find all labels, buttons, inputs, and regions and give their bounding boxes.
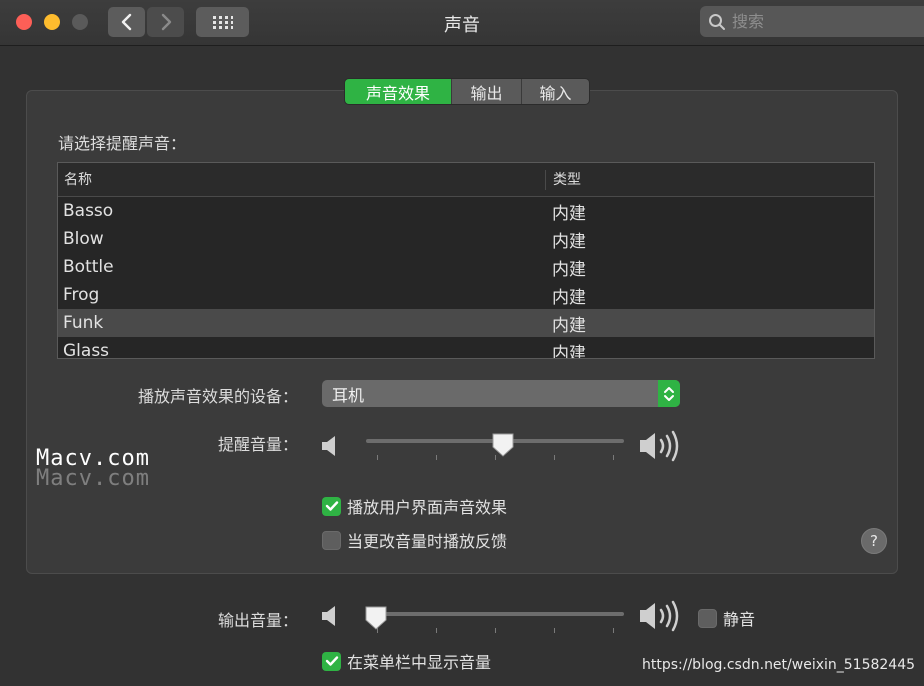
up-down-arrows-icon: [658, 380, 680, 407]
slider-tick: [377, 455, 378, 460]
table-row[interactable]: Blow 内建: [58, 225, 874, 253]
tab-input[interactable]: 输入: [522, 79, 589, 104]
row-type: 内建: [552, 343, 586, 359]
slider-tick: [495, 628, 496, 633]
show-in-menubar-checkbox[interactable]: 在菜单栏中显示音量: [322, 649, 491, 673]
row-name: Blow: [63, 229, 104, 249]
column-header-type[interactable]: 类型: [546, 170, 581, 190]
help-button[interactable]: ?: [861, 528, 887, 554]
row-type: 内建: [552, 259, 586, 280]
search-icon: [709, 13, 725, 30]
checkmark-icon: [325, 656, 338, 666]
device-label: 播放声音效果的设备：: [137, 387, 298, 406]
table-row[interactable]: Frog 内建: [58, 281, 874, 309]
slider-tick: [436, 628, 437, 633]
column-header-name[interactable]: 名称: [58, 169, 546, 190]
watermark: Macv.com: [36, 446, 150, 471]
row-type: 内建: [552, 287, 586, 308]
slider-tick: [436, 455, 437, 460]
mute-label: 静音: [723, 610, 756, 629]
checkmark-icon: [325, 501, 338, 511]
url-watermark: https://blog.csdn.net/weixin_51582445: [642, 657, 916, 673]
speaker-high-icon: [640, 430, 679, 462]
checkbox-box[interactable]: [698, 608, 717, 628]
table-row-selected[interactable]: Funk 内建: [58, 309, 874, 337]
search-input[interactable]: [732, 12, 912, 31]
sound-preferences-window: 声音 声音效果 输出 输入 请选择提醒声音： 名称 类型 Basso 内建 Bl…: [0, 0, 924, 686]
row-type: 内建: [552, 231, 586, 252]
show-in-menubar-label: 在菜单栏中显示音量: [347, 653, 492, 672]
volume-feedback-label: 当更改音量时播放反馈: [347, 532, 508, 551]
table-row[interactable]: Bottle 内建: [58, 253, 874, 281]
toolbar: 声音: [0, 0, 924, 46]
row-name: Bottle: [63, 257, 114, 277]
table-row[interactable]: Glass 内建: [58, 337, 874, 359]
tab-sound-effects[interactable]: 声音效果: [345, 79, 452, 104]
row-type: 内建: [552, 203, 586, 224]
checkbox-box[interactable]: [322, 651, 341, 671]
table-row[interactable]: Basso 内建: [58, 197, 874, 225]
ui-effects-label: 播放用户界面声音效果: [347, 498, 508, 517]
output-volume-knob[interactable]: [364, 605, 388, 631]
alert-sound-label: 请选择提醒声音：: [58, 134, 187, 153]
checkbox-box[interactable]: [322, 496, 341, 516]
tab-bar: 声音效果 输出 输入: [344, 78, 590, 105]
slider-tick: [613, 628, 614, 633]
volume-feedback-checkbox[interactable]: 当更改音量时播放反馈: [322, 528, 507, 552]
device-select[interactable]: 耳机: [322, 380, 680, 407]
speaker-high-icon: [640, 600, 679, 632]
row-name: Frog: [63, 285, 100, 305]
checkbox-box[interactable]: [322, 530, 341, 550]
ui-effects-checkbox[interactable]: 播放用户界面声音效果: [322, 494, 507, 518]
alert-volume-knob[interactable]: [491, 432, 515, 458]
row-name: Funk: [63, 313, 104, 333]
slider-tick: [613, 455, 614, 460]
alert-volume-label: 提醒音量：: [217, 435, 298, 454]
slider-tick: [554, 628, 555, 633]
search-field[interactable]: [700, 6, 924, 37]
output-volume-label: 输出音量：: [217, 611, 298, 630]
table-header: 名称 类型: [58, 163, 874, 197]
row-name: Basso: [63, 201, 114, 221]
row-name: Glass: [63, 341, 110, 359]
slider-tick: [554, 455, 555, 460]
output-volume-slider[interactable]: [366, 612, 624, 616]
row-type: 内建: [552, 315, 586, 336]
speaker-low-icon: [322, 436, 335, 456]
alert-sound-table[interactable]: 名称 类型 Basso 内建 Blow 内建 Bottle 内建 Frog 内建…: [57, 162, 875, 359]
device-select-value: 耳机: [332, 385, 365, 405]
speaker-low-icon: [322, 606, 335, 626]
mute-checkbox[interactable]: 静音: [698, 606, 755, 630]
tab-output[interactable]: 输出: [452, 79, 522, 104]
